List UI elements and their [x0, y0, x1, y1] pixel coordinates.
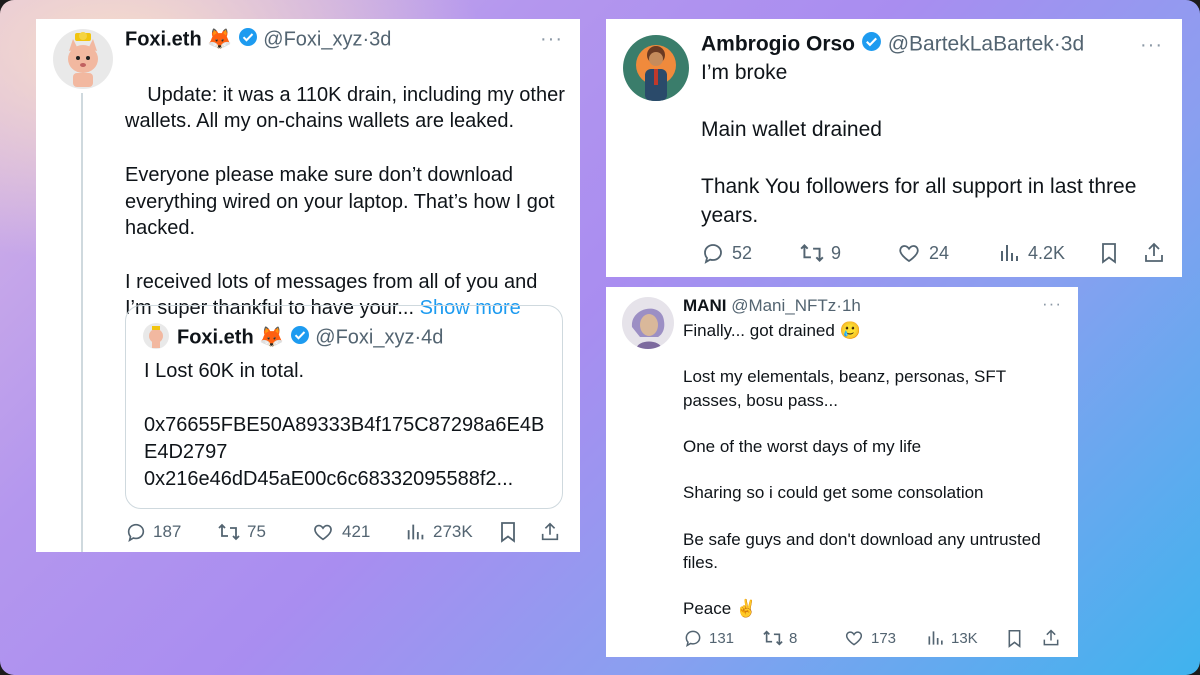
tweet-header: Foxi.eth 🦊 @Foxi_xyz·3d: [125, 27, 391, 53]
like-count: 421: [342, 522, 371, 541]
more-options-icon[interactable]: ···: [540, 29, 563, 49]
views-count: 4.2K: [1028, 242, 1066, 263]
views-button[interactable]: 13K: [926, 628, 978, 648]
reply-icon: [701, 241, 725, 265]
tweet-card-foxi[interactable]: Foxi.eth 🦊 @Foxi_xyz·3d ··· Update: it w…: [36, 19, 580, 552]
retweet-icon: [799, 241, 825, 265]
like-button[interactable]: 173: [844, 628, 896, 648]
share-icon: [1041, 628, 1061, 648]
views-button[interactable]: 273K: [405, 521, 473, 543]
bookmark-icon: [497, 520, 519, 544]
handle[interactable]: @Foxi_xyz: [263, 28, 362, 50]
share-icon: [1142, 241, 1166, 265]
heart-icon: [844, 628, 864, 648]
like-count: 24: [929, 242, 950, 263]
views-count: 13K: [951, 629, 978, 647]
avatar[interactable]: [622, 297, 674, 349]
retweet-button[interactable]: 8: [762, 628, 797, 648]
retweet-icon: [217, 521, 241, 543]
more-options-icon[interactable]: ···: [1140, 35, 1163, 55]
thread-line: [81, 93, 83, 552]
bookmark-button[interactable]: [1098, 240, 1120, 266]
retweet-icon: [762, 628, 784, 648]
handle[interactable]: @Mani_NFTz: [731, 296, 836, 315]
bookmark-button[interactable]: [497, 520, 519, 544]
like-button[interactable]: 421: [312, 521, 370, 543]
tweet-text-content: Update: it was a 110K drain, including m…: [125, 83, 565, 320]
views-icon: [405, 521, 427, 543]
retweet-button[interactable]: 75: [217, 521, 266, 543]
like-count: 173: [871, 629, 897, 647]
retweet-count: 75: [247, 522, 266, 541]
share-button[interactable]: [1041, 628, 1061, 648]
quoted-tweet[interactable]: Foxi.eth 🦊 @Foxi_xyz·4d I Lost 60K in to…: [125, 305, 563, 509]
avatar[interactable]: [53, 29, 113, 89]
quoted-text: I Lost 60K in total. 0x76655FBE50A89333B…: [144, 360, 545, 490]
heart-icon: [897, 241, 921, 265]
quoted-timestamp: 4d: [421, 326, 444, 349]
display-name[interactable]: Foxi.eth: [125, 28, 202, 50]
reply-button[interactable]: 52: [701, 241, 752, 265]
more-options-icon[interactable]: ···: [1042, 295, 1062, 312]
share-icon: [539, 521, 561, 543]
name-emoji: 🦊: [207, 28, 233, 51]
display-name[interactable]: Ambrogio Orso: [701, 33, 855, 56]
display-name[interactable]: MANI: [683, 296, 726, 315]
views-icon: [926, 628, 946, 648]
quoted-handle: @Foxi_xyz: [315, 326, 415, 349]
reply-count: 52: [732, 242, 753, 263]
tweet-card-mani[interactable]: MANI @Mani_NFTz·1h ··· Finally... got dr…: [606, 287, 1078, 657]
timestamp[interactable]: 1h: [842, 296, 861, 315]
verified-badge-icon: [861, 31, 882, 59]
timestamp[interactable]: 3d: [1061, 33, 1084, 56]
separator-dot: ·: [1053, 32, 1061, 56]
reply-icon: [125, 521, 147, 543]
views-button[interactable]: 4.2K: [998, 241, 1065, 265]
tweet-text: I’m broke Main wallet drained Thank You …: [701, 61, 1137, 227]
action-bar: 52 9 24 4.2K: [701, 240, 1171, 266]
reply-count: 131: [709, 629, 735, 647]
action-bar: 187 75 421 273K: [125, 519, 565, 545]
reply-button[interactable]: 187: [125, 521, 181, 543]
quoted-display-name: Foxi.eth: [177, 326, 254, 349]
handle[interactable]: @BartekLaBartek: [888, 33, 1054, 56]
like-button[interactable]: 24: [897, 241, 949, 265]
retweet-button[interactable]: 9: [799, 241, 841, 265]
tweet-text: Finally... got drained 🥲 Lost my element…: [683, 321, 1041, 619]
views-icon: [998, 241, 1022, 265]
action-bar: 131 8 173 13K: [683, 627, 1063, 649]
heart-icon: [312, 521, 334, 543]
quoted-name-emoji: 🦊: [259, 326, 285, 349]
tweet-header: Ambrogio Orso @BartekLaBartek·3d: [701, 31, 1084, 59]
verified-badge-icon: [238, 27, 258, 53]
retweet-count: 9: [831, 242, 842, 263]
bookmark-icon: [1098, 240, 1120, 266]
bookmark-button[interactable]: [1005, 628, 1024, 649]
retweet-count: 8: [789, 629, 798, 647]
reply-icon: [683, 628, 703, 648]
quoted-avatar: [143, 323, 169, 349]
quoted-header: Foxi.eth 🦊 @Foxi_xyz·4d: [177, 325, 443, 351]
timestamp[interactable]: 3d: [369, 28, 391, 50]
tweet-card-ambrogio[interactable]: Ambrogio Orso @BartekLaBartek·3d ··· I’m…: [606, 19, 1182, 277]
tweet-header: MANI @Mani_NFTz·1h: [683, 296, 861, 316]
views-count: 273K: [433, 522, 473, 541]
verified-badge-icon: [290, 325, 310, 351]
share-button[interactable]: [539, 521, 561, 543]
avatar[interactable]: [623, 35, 689, 101]
share-button[interactable]: [1142, 241, 1166, 265]
reply-button[interactable]: 131: [683, 628, 734, 648]
bookmark-icon: [1005, 628, 1024, 649]
reply-count: 187: [153, 522, 182, 541]
